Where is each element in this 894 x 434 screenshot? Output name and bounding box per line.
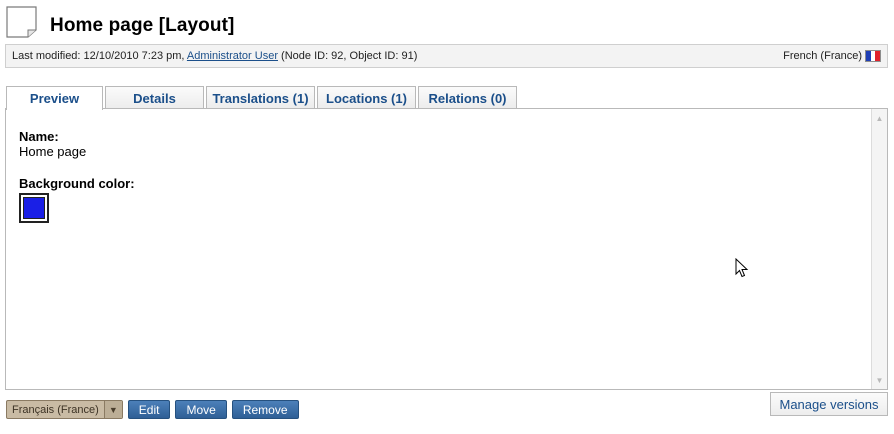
tab-bar: Preview Details Translations (1) Locatio… [6,86,517,110]
name-attribute: Name: Home page [19,129,135,159]
background-color-attribute: Background color: [19,176,135,223]
edit-button[interactable]: Edit [127,400,171,419]
node-object-ids: (Node ID: 92, Object ID: 91) [281,50,418,62]
scroll-down-icon[interactable]: ▼ [872,373,887,387]
tab-preview[interactable]: Preview [6,86,103,110]
language-select[interactable]: Français (France) ▼ [6,400,123,419]
preview-panel: Name: Home page Background color: ▲ ▼ [5,108,888,390]
mouse-cursor-icon [735,258,749,278]
tab-translations[interactable]: Translations (1) [206,86,315,109]
tab-locations[interactable]: Locations (1) [317,86,416,109]
background-color-label: Background color: [19,176,135,191]
action-bar: Français (France) ▼ Edit Move Remove [6,400,299,419]
tab-details[interactable]: Details [105,86,204,109]
remove-button[interactable]: Remove [231,400,299,419]
language-label: French (France) [783,50,862,62]
author-link[interactable]: Administrator User [187,50,278,62]
language-indicator: French (France) [783,50,881,62]
french-flag-icon [865,50,881,62]
manage-versions-button[interactable]: Manage versions [770,392,888,416]
name-label: Name: [19,129,59,144]
tab-relations[interactable]: Relations (0) [418,86,517,109]
chevron-down-icon[interactable]: ▼ [103,401,122,418]
vertical-scrollbar[interactable]: ▲ ▼ [871,109,887,389]
page-title: Home page [Layout] [50,15,235,36]
last-modified-text: Last modified: 12/10/2010 7:23 pm, [12,50,185,62]
name-value: Home page [19,144,87,159]
document-icon [6,6,37,38]
last-modified-info: Last modified: 12/10/2010 7:23 pm, Admin… [12,50,417,62]
language-select-value: Français (France) [12,403,99,416]
preview-content: Name: Home page Background color: [19,129,135,223]
scroll-up-icon[interactable]: ▲ [872,111,887,125]
info-bar: Last modified: 12/10/2010 7:23 pm, Admin… [5,44,888,68]
color-swatch [19,193,49,223]
move-button[interactable]: Move [175,400,227,419]
